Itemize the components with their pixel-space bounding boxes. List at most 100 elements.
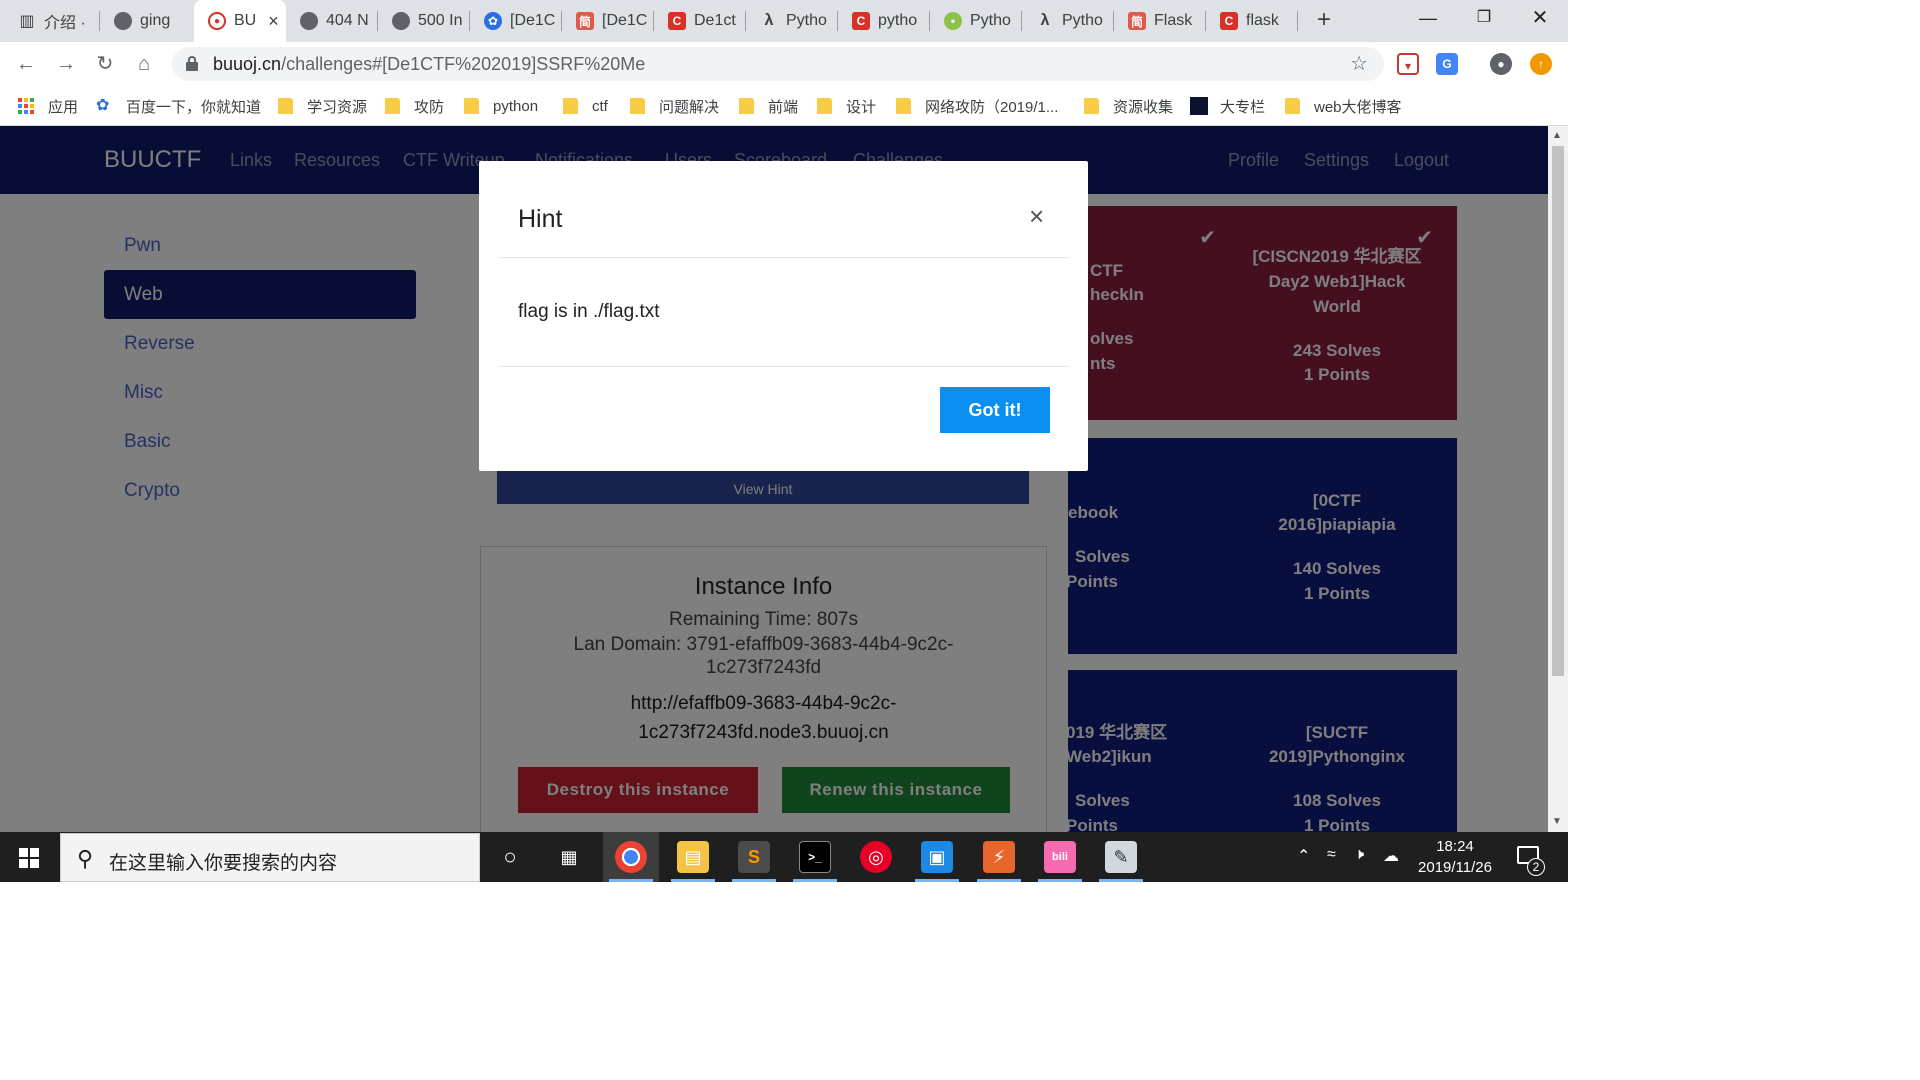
lock-icon: [186, 56, 198, 71]
tab-label: ging: [140, 12, 171, 29]
browser-tab[interactable]: 500 In: [378, 0, 470, 42]
minimize-icon[interactable]: —: [1400, 0, 1456, 36]
bookmark-folder[interactable]: python: [464, 94, 538, 118]
profile-icon[interactable]: ●: [1490, 53, 1512, 75]
bookmark-label: ctf: [592, 97, 608, 115]
burpsuite-icon[interactable]: ⚡: [983, 841, 1015, 873]
bookmark-folder[interactable]: 网络攻防（2019/1...: [896, 94, 1058, 118]
folder-icon: [896, 98, 911, 114]
terminal-running-indicator: [793, 879, 837, 882]
buuctf-icon: ●: [208, 12, 226, 30]
folder-icon: [630, 98, 645, 114]
bookmark-folder[interactable]: 问题解决: [630, 94, 719, 118]
scrollbar-thumb[interactable]: [1552, 146, 1564, 676]
bookmark-folder[interactable]: 资源收集: [1084, 94, 1173, 118]
tab-label: [De1C: [510, 12, 556, 29]
bookmark-folder[interactable]: ctf: [563, 94, 608, 118]
bookmark-label: web大佬博客: [1314, 98, 1402, 116]
browser-tab[interactable]: ging: [100, 0, 192, 42]
browser-tab[interactable]: C De1ct: [654, 0, 746, 42]
bookmark-label: 学习资源: [307, 98, 368, 116]
browser-tab[interactable]: C pytho: [838, 0, 930, 42]
browser-tab[interactable]: • Pytho: [930, 0, 1022, 42]
tab-label: De1ct: [694, 12, 736, 29]
restore-icon[interactable]: ❐: [1456, 0, 1512, 36]
taskbar-clock[interactable]: 18:24 2019/11/26: [1405, 836, 1505, 878]
snipping-tool-icon[interactable]: ✎: [1105, 841, 1137, 873]
browser-tab[interactable]: 404 N: [286, 0, 378, 42]
home-icon[interactable]: ⌂: [130, 50, 158, 78]
task-view-icon[interactable]: ▦: [553, 841, 585, 873]
bookmark-baidu[interactable]: ✿ 百度一下，你就知道: [96, 94, 261, 118]
browser-tab-active[interactable]: ● BU ×: [194, 0, 286, 42]
baidu-icon: ✿: [484, 12, 502, 30]
extension-icon[interactable]: ▾: [1397, 53, 1419, 75]
taskbar-search[interactable]: ⚲ 在这里输入你要搜索的内容: [60, 833, 480, 882]
forward-arrow-icon[interactable]: →: [52, 50, 80, 78]
bookmark-dazhuanlan[interactable]: 大专栏: [1190, 94, 1265, 118]
file-explorer-icon[interactable]: ▤: [677, 841, 709, 873]
browser-tab[interactable]: C flask: [1206, 0, 1298, 42]
bookmark-folder[interactable]: web大佬博客: [1285, 94, 1402, 118]
bookmark-folder[interactable]: 学习资源: [278, 94, 367, 118]
sublime-text-icon[interactable]: S: [738, 841, 770, 873]
onedrive-cloud-icon[interactable]: ☁: [1383, 846, 1399, 866]
address-bar[interactable]: buuoj.cn/challenges#[De1CTF%202019]SSRF%…: [172, 47, 1384, 81]
windows-start-icon[interactable]: [0, 832, 58, 882]
browser-tab[interactable]: 简 [De1C: [562, 0, 654, 42]
tray-expand-icon[interactable]: ⌃: [1297, 846, 1310, 866]
hint-text: flag is in ./flag.txt: [518, 301, 660, 322]
tab-label: 404 N: [326, 12, 369, 29]
bilibili-icon[interactable]: bili: [1044, 841, 1076, 873]
translate-icon[interactable]: G: [1436, 53, 1458, 75]
globe-icon: [392, 12, 410, 30]
page-scrollbar[interactable]: ▲ ▼: [1548, 126, 1568, 832]
vmware-icon[interactable]: ▣: [921, 841, 953, 873]
bookmark-folder[interactable]: 设计: [817, 94, 876, 118]
browser-tab[interactable]: λ Pytho: [746, 0, 838, 42]
close-tab-icon[interactable]: ×: [268, 11, 279, 32]
bilibili-running-indicator: [1038, 879, 1082, 882]
got-it-button[interactable]: Got it!: [940, 387, 1050, 433]
folder-icon: [563, 98, 578, 114]
bookmark-apps[interactable]: 应用: [18, 94, 78, 118]
terminal-icon[interactable]: >_: [799, 841, 831, 873]
tab-label: 500 In: [418, 12, 463, 29]
close-icon[interactable]: ×: [1029, 203, 1044, 229]
bookmark-folder[interactable]: 攻防: [385, 94, 444, 118]
scroll-down-icon[interactable]: ▼: [1552, 816, 1562, 827]
back-arrow-icon[interactable]: ←: [12, 50, 40, 78]
browser-toolbar: ← → ↻ ⌂ buuoj.cn/challenges#[De1CTF%2020…: [0, 42, 1568, 86]
scroll-up-icon[interactable]: ▲: [1552, 130, 1562, 141]
browser-tab[interactable]: ▥ 介绍 ·: [4, 0, 100, 42]
page-content: BUUCTF Links Resources CTF Writeup Notif…: [0, 126, 1548, 832]
chrome-icon[interactable]: [615, 841, 647, 873]
wifi-icon[interactable]: ≈: [1327, 846, 1336, 864]
modal-divider: [499, 257, 1069, 258]
browser-tab[interactable]: ✿ [De1C: [470, 0, 562, 42]
browser-tab[interactable]: 简 Flask: [1114, 0, 1206, 42]
bookmark-star-icon[interactable]: ☆: [1350, 51, 1368, 76]
tab-label: [De1C: [602, 12, 648, 29]
close-window-icon[interactable]: ✕: [1512, 0, 1568, 36]
folder-icon: [278, 98, 293, 114]
search-placeholder: 在这里输入你要搜索的内容: [109, 853, 338, 874]
jianshu-icon: 简: [1128, 12, 1146, 30]
update-icon[interactable]: ↑: [1530, 53, 1552, 75]
bookmark-label: 应用: [48, 98, 79, 116]
reload-icon[interactable]: ↻: [91, 50, 119, 78]
bookmark-folder[interactable]: 前端: [739, 94, 798, 118]
search-icon: ⚲: [77, 846, 94, 871]
bookmark-label: 前端: [768, 98, 799, 116]
folder-icon: [739, 98, 754, 114]
folder-icon: [1285, 98, 1300, 114]
volume-icon[interactable]: 🕨: [1354, 846, 1364, 864]
tab-label: Flask: [1154, 12, 1193, 29]
bookmark-label: 攻防: [414, 98, 445, 116]
new-tab-button[interactable]: +: [1310, 6, 1338, 34]
csdn-icon: C: [668, 12, 686, 30]
browser-tab[interactable]: λ Pytho: [1022, 0, 1114, 42]
netease-music-icon[interactable]: ◎: [860, 841, 892, 873]
chrome-running-indicator: [609, 879, 653, 882]
cortana-icon[interactable]: ○: [494, 841, 526, 873]
